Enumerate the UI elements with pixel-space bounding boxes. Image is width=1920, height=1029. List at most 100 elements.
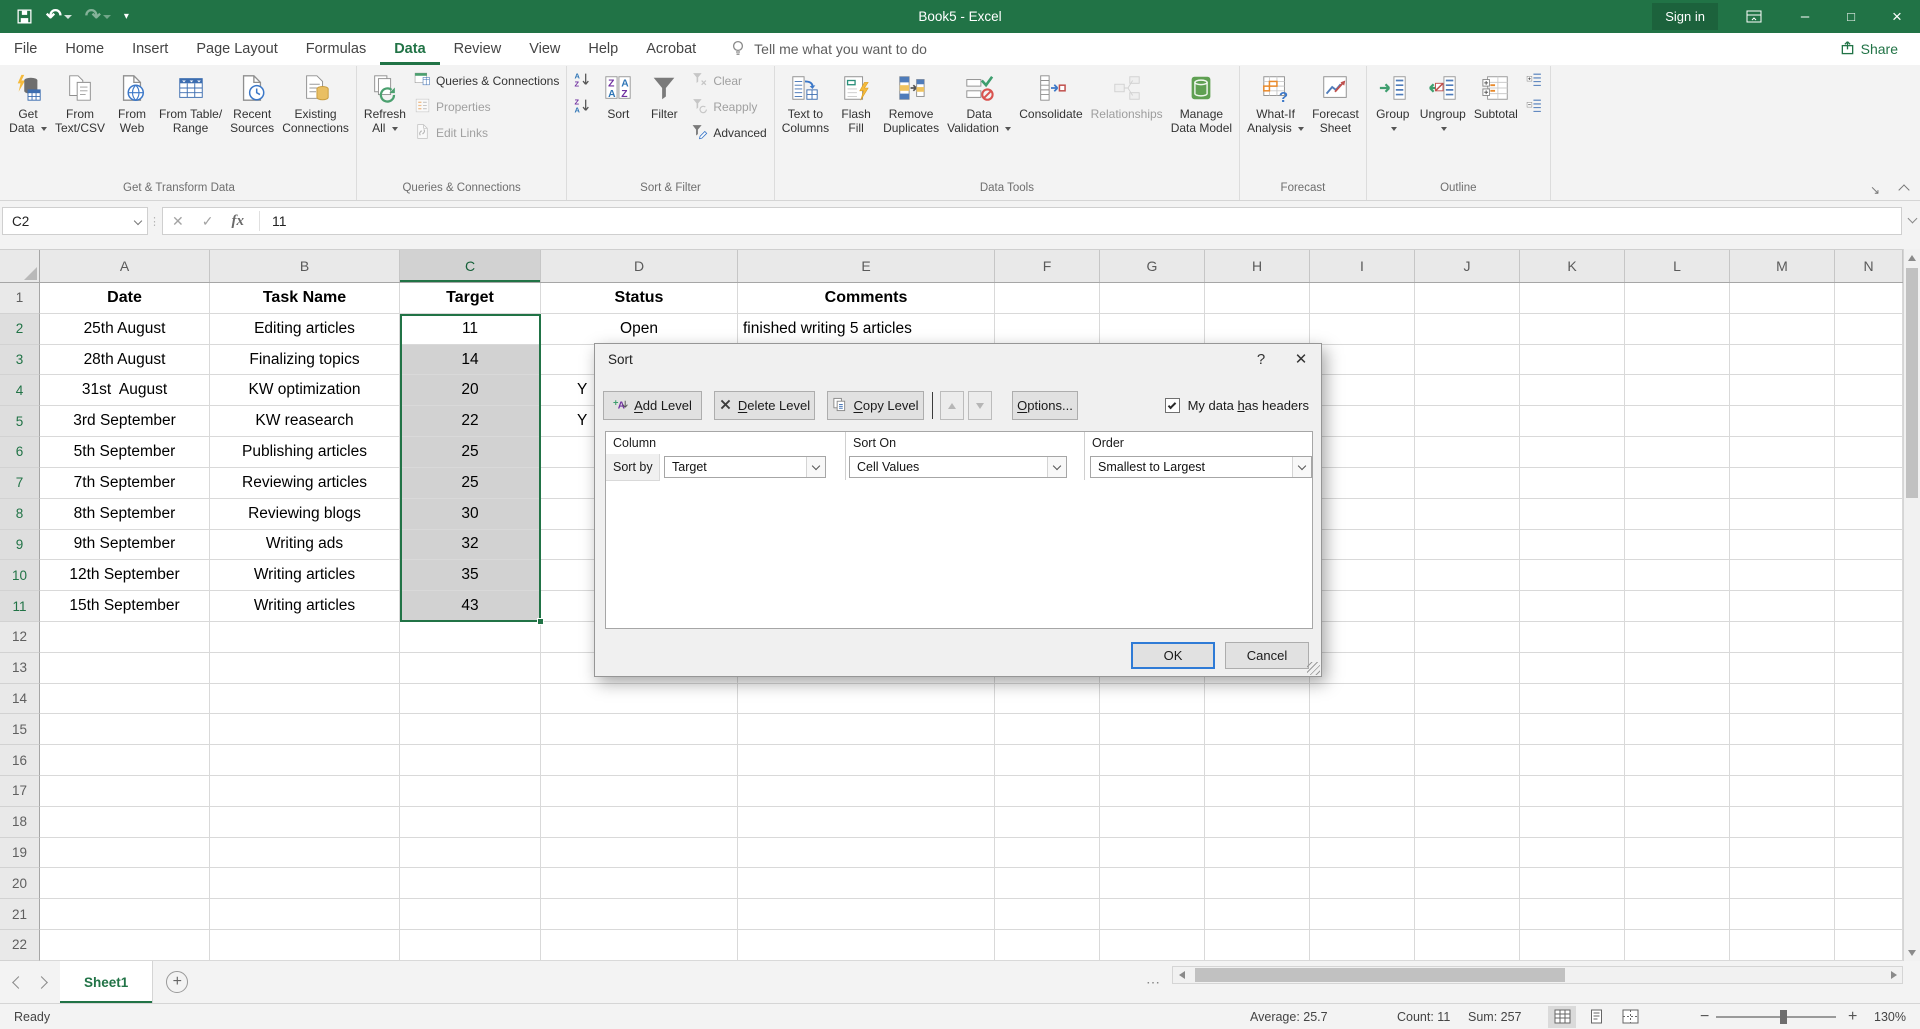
cell-N20[interactable]: [1835, 868, 1903, 899]
cell-B16[interactable]: [210, 745, 400, 776]
cell-A2[interactable]: 25th August: [40, 314, 210, 345]
cell-F19[interactable]: [995, 838, 1100, 869]
cell-J1[interactable]: [1415, 283, 1520, 314]
sort-column-select[interactable]: Target: [664, 456, 826, 478]
cell-K20[interactable]: [1520, 868, 1625, 899]
cell-G2[interactable]: [1100, 314, 1205, 345]
cell-K18[interactable]: [1520, 807, 1625, 838]
zoom-out-button[interactable]: −: [1700, 1004, 1709, 1029]
cell-L21[interactable]: [1625, 899, 1730, 930]
tab-page-layout[interactable]: Page Layout: [182, 33, 291, 65]
cell-I12[interactable]: [1310, 622, 1415, 653]
cell-N3[interactable]: [1835, 345, 1903, 376]
cell-F1[interactable]: [995, 283, 1100, 314]
cell-D2[interactable]: Open: [541, 314, 738, 345]
tab-bar-splitter[interactable]: ⋯: [1146, 974, 1162, 991]
row-header-5[interactable]: 5: [0, 406, 40, 437]
cell-D16[interactable]: [541, 745, 738, 776]
cell-N21[interactable]: [1835, 899, 1903, 930]
normal-view-icon[interactable]: [1548, 1006, 1576, 1028]
customize-qat-icon[interactable]: ▾: [124, 11, 129, 22]
cell-H18[interactable]: [1205, 807, 1310, 838]
select-all-corner[interactable]: [0, 250, 40, 282]
cell-B15[interactable]: [210, 714, 400, 745]
cell-I22[interactable]: [1310, 930, 1415, 961]
fill-handle[interactable]: [537, 618, 544, 625]
insert-function-icon[interactable]: fx: [222, 213, 253, 230]
cell-A4[interactable]: 31st August: [40, 375, 210, 406]
cell-J11[interactable]: [1415, 591, 1520, 622]
cell-N16[interactable]: [1835, 745, 1903, 776]
get-data-button[interactable]: GetData: [5, 67, 51, 180]
cell-L18[interactable]: [1625, 807, 1730, 838]
cell-E2[interactable]: finished writing 5 articles: [738, 314, 995, 345]
cell-N1[interactable]: [1835, 283, 1903, 314]
cell-L9[interactable]: [1625, 530, 1730, 561]
cell-F15[interactable]: [995, 714, 1100, 745]
cell-A20[interactable]: [40, 868, 210, 899]
cell-I3[interactable]: [1310, 345, 1415, 376]
cell-B17[interactable]: [210, 776, 400, 807]
cell-L19[interactable]: [1625, 838, 1730, 869]
row-header-19[interactable]: 19: [0, 838, 40, 869]
cell-J15[interactable]: [1415, 714, 1520, 745]
cell-I15[interactable]: [1310, 714, 1415, 745]
cell-A14[interactable]: [40, 684, 210, 715]
outline-dialog-launcher-icon[interactable]: ↘: [1870, 183, 1880, 197]
formula-value[interactable]: 11: [266, 213, 287, 229]
cell-G19[interactable]: [1100, 838, 1205, 869]
tab-acrobat[interactable]: Acrobat: [632, 33, 710, 65]
cell-M5[interactable]: [1730, 406, 1835, 437]
page-layout-view-icon[interactable]: [1582, 1006, 1610, 1028]
cell-N6[interactable]: [1835, 437, 1903, 468]
cell-D22[interactable]: [541, 930, 738, 961]
cell-K13[interactable]: [1520, 653, 1625, 684]
row-header-6[interactable]: 6: [0, 437, 40, 468]
data-validation-button[interactable]: DataValidation: [943, 67, 1015, 180]
cell-A21[interactable]: [40, 899, 210, 930]
cell-I8[interactable]: [1310, 499, 1415, 530]
cell-J14[interactable]: [1415, 684, 1520, 715]
filter-button[interactable]: Filter: [641, 67, 687, 180]
scroll-right-icon[interactable]: [1885, 967, 1902, 983]
zoom-slider-thumb[interactable]: [1780, 1010, 1787, 1024]
cell-E1[interactable]: Comments: [738, 283, 995, 314]
column-header-K[interactable]: K: [1520, 250, 1625, 282]
cell-J12[interactable]: [1415, 622, 1520, 653]
cell-N5[interactable]: [1835, 406, 1903, 437]
cell-M8[interactable]: [1730, 499, 1835, 530]
cell-A11[interactable]: 15th September: [40, 591, 210, 622]
cell-C20[interactable]: [400, 868, 541, 899]
row-header-9[interactable]: 9: [0, 530, 40, 561]
cell-D20[interactable]: [541, 868, 738, 899]
cell-K21[interactable]: [1520, 899, 1625, 930]
subtotal-button[interactable]: Subtotal: [1470, 67, 1522, 180]
flash-fill-button[interactable]: FlashFill: [833, 67, 879, 180]
cell-H20[interactable]: [1205, 868, 1310, 899]
cell-H16[interactable]: [1205, 745, 1310, 776]
cell-A6[interactable]: 5th September: [40, 437, 210, 468]
vertical-scrollbar[interactable]: [1903, 249, 1920, 961]
cell-I19[interactable]: [1310, 838, 1415, 869]
cell-I20[interactable]: [1310, 868, 1415, 899]
cell-B21[interactable]: [210, 899, 400, 930]
cell-C19[interactable]: [400, 838, 541, 869]
cell-F17[interactable]: [995, 776, 1100, 807]
cell-A10[interactable]: 12th September: [40, 560, 210, 591]
hide-detail-button[interactable]: [1522, 96, 1547, 118]
scroll-up-icon[interactable]: [1904, 249, 1920, 266]
cell-N18[interactable]: [1835, 807, 1903, 838]
column-header-E[interactable]: E: [738, 250, 995, 282]
cell-H14[interactable]: [1205, 684, 1310, 715]
cell-G14[interactable]: [1100, 684, 1205, 715]
cell-N11[interactable]: [1835, 591, 1903, 622]
cell-K12[interactable]: [1520, 622, 1625, 653]
tab-data[interactable]: Data: [380, 33, 439, 65]
cell-C11[interactable]: 43: [400, 591, 541, 622]
cell-H21[interactable]: [1205, 899, 1310, 930]
minimize-button[interactable]: –: [1782, 0, 1828, 33]
undo-button[interactable]: ↶: [46, 5, 72, 28]
name-box[interactable]: C2: [2, 207, 148, 235]
cell-J4[interactable]: [1415, 375, 1520, 406]
cell-M6[interactable]: [1730, 437, 1835, 468]
